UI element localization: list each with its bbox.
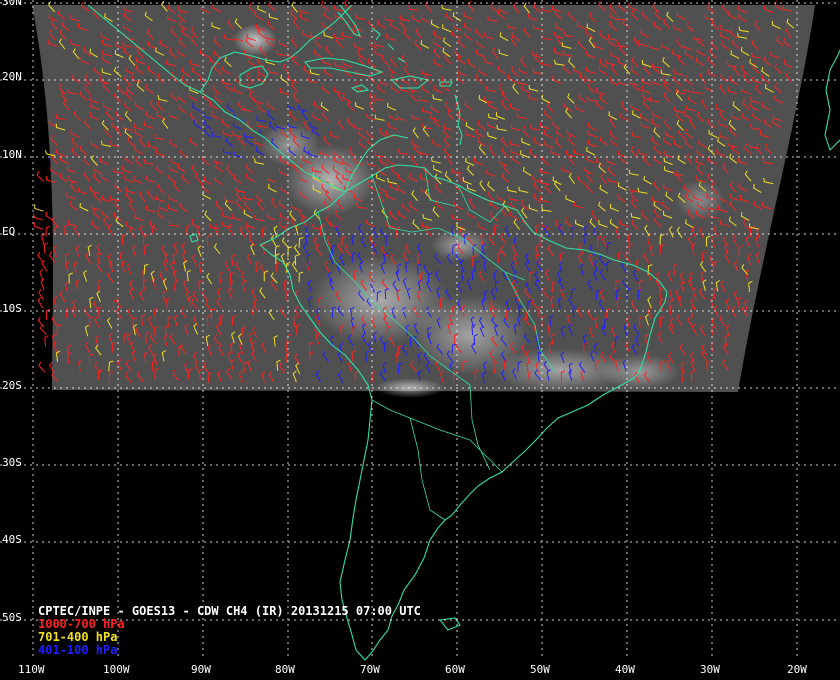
legend-upper-level: 401-100 hPa: [38, 643, 118, 657]
wind-barb: [41, 233, 46, 245]
lon-label-110w: 110W: [18, 663, 45, 676]
wind-barb: [34, 222, 44, 230]
wind-barb: [37, 296, 44, 309]
wind-barb: [33, 213, 43, 221]
wind-barb: [43, 242, 49, 254]
lat-label-20s: 20S: [2, 379, 22, 392]
lat-label-40s: 40S: [2, 533, 22, 546]
lat-label-50s: 50S: [2, 611, 22, 624]
wind-barb: [44, 335, 49, 347]
lat-label-30n: 30N: [2, 0, 22, 8]
lat-label-10n: 10N: [2, 148, 22, 161]
lon-label-40w: 40W: [615, 663, 635, 676]
lon-label-90w: 90W: [191, 663, 211, 676]
lat-label-20n: 20N: [2, 70, 22, 83]
lat-label-10s: 10S: [2, 302, 22, 315]
lon-label-100w: 100W: [103, 663, 130, 676]
satellite-wind-map: 30N 20N 10N EQ 10S 20S 30S 40S 50S 110W …: [0, 0, 840, 680]
wind-barb: [34, 204, 44, 212]
lon-label-60w: 60W: [445, 663, 465, 676]
wind-barb: [40, 278, 45, 291]
lat-label-eq: EQ: [2, 225, 16, 238]
lon-label-20w: 20W: [787, 663, 807, 676]
lon-label-70w: 70W: [360, 663, 380, 676]
wind-barb: [45, 225, 51, 237]
wind-barb: [38, 361, 46, 373]
lon-label-80w: 80W: [275, 663, 295, 676]
wind-barb: [36, 171, 45, 182]
wind-barb: [37, 251, 44, 263]
lon-label-30w: 30W: [700, 663, 720, 676]
africa-coastline: [824, 49, 840, 152]
lon-label-50w: 50W: [530, 663, 550, 676]
map-canvas: [0, 0, 840, 661]
wind-barb: [39, 269, 44, 281]
lat-label-30s: 30S: [2, 456, 22, 469]
